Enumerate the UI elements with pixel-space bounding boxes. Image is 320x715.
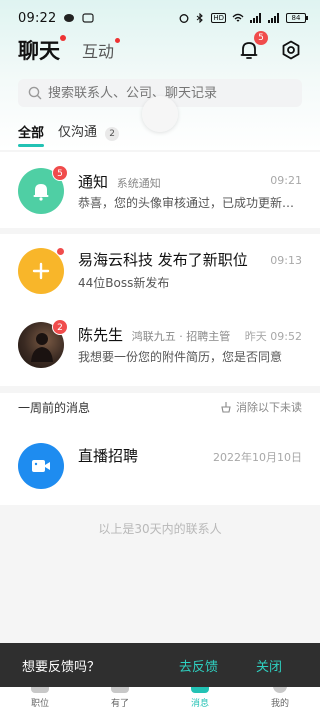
unread-badge: 2 (52, 319, 68, 335)
conversation-time: 2022年10月10日 (213, 451, 302, 464)
status-time: 09:22 (18, 10, 57, 26)
conversation-title: 通知 系统通知 (78, 171, 161, 192)
list-item[interactable]: 5 通知 系统通知 09:21 恭喜，您的头像审核通过，已成功更新… (0, 152, 320, 228)
feedback-go-button[interactable]: 去反馈 (179, 656, 218, 675)
status-bar: 09:22 HD 84 (0, 0, 320, 36)
conversation-subtitle: 系统通知 (116, 177, 161, 190)
conversation-title: 易海云科技 发布了新职位 (78, 251, 248, 269)
list-item[interactable]: 直播招聘 2022年10月10日 (0, 421, 320, 505)
tab-youle-label: 有了 (110, 699, 129, 709)
notification-bell-button[interactable]: 5 (238, 31, 268, 61)
unread-dot (115, 38, 121, 43)
avatar (18, 443, 64, 489)
tab-chat-label: 聊天 (18, 39, 60, 63)
unread-dot (57, 248, 64, 255)
section-week-ago: 一周前的消息 消除以下未读 (0, 393, 320, 421)
conversation-title-text: 通知 (78, 173, 109, 191)
avatar: 5 (18, 165, 68, 214)
bluetooth-icon (197, 13, 204, 23)
cloud-icon (82, 13, 95, 23)
wifi-icon (232, 13, 244, 22)
conversation-preview: 我想要一份您的附件简历，您是否同意 (78, 350, 283, 364)
section-title: 一周前的消息 (18, 400, 91, 415)
conversation-title: 直播招聘 (78, 447, 139, 465)
chat-bubble-icon (64, 14, 75, 22)
alarm-icon (179, 14, 189, 23)
signal-icon-2 (268, 13, 279, 23)
conversation-time: 09:13 (270, 254, 302, 267)
conversation-time: 09:21 (270, 174, 302, 187)
top-header: 聊天 互动 5 (0, 31, 320, 68)
tab-interact[interactable]: 互动 (82, 38, 121, 62)
filter-row: 全部 仅沟通 2 (18, 120, 120, 147)
conversation-title: 陈先生 鸿联九五 · 招聘主管 (78, 324, 230, 345)
conversation-title-text: 陈先生 (78, 326, 124, 344)
signal-icon (250, 13, 261, 23)
conversation-time: 昨天 09:52 (244, 330, 302, 343)
avatar: 2 (18, 319, 68, 368)
broom-icon (221, 402, 231, 413)
conversation-subtitle: 鸿联九五 · 招聘主管 (131, 330, 231, 343)
feedback-snackbar: 想要反馈吗？ 去反馈 关闭 (0, 643, 320, 687)
conversation-preview: 恭喜，您的头像审核通过，已成功更新… (78, 196, 295, 210)
feedback-close-button[interactable]: 关闭 (256, 656, 282, 675)
floating-assistive-ball[interactable] (142, 96, 178, 132)
tab-chat[interactable]: 聊天 (18, 35, 66, 65)
feedback-prompt: 想要反馈吗？ (22, 659, 101, 675)
unread-dot (60, 35, 66, 41)
filter-only-count: 2 (105, 127, 120, 141)
plus-icon (32, 262, 50, 280)
filter-all[interactable]: 全部 (18, 122, 45, 147)
footer-note: 以上是30天内的联系人 (98, 522, 222, 536)
status-right-icons: HD 84 (179, 13, 308, 23)
search-icon (28, 86, 42, 100)
battery-icon: 84 (286, 13, 308, 23)
tab-jobs-label: 职位 (30, 699, 49, 709)
filter-only-label: 仅沟通 (58, 125, 98, 140)
tab-messages-label: 消息 (190, 699, 209, 709)
video-camera-icon (32, 460, 50, 472)
status-notification-icons (64, 13, 95, 23)
list-item[interactable]: 2 陈先生 鸿联九五 · 招聘主管 昨天 09:52 我想要一份您的附件简历，您… (0, 310, 320, 386)
unread-badge: 5 (52, 165, 68, 181)
tab-interact-label: 互动 (82, 42, 115, 61)
conversation-preview: 44位Boss新发布 (78, 276, 170, 290)
avatar (18, 248, 64, 294)
list-item[interactable]: 易海云科技 发布了新职位 09:13 44位Boss新发布 (0, 234, 320, 310)
tab-me-label: 我的 (270, 699, 289, 709)
filter-only-chatted[interactable]: 仅沟通 2 (58, 121, 120, 141)
clear-unread-label: 消除以下未读 (236, 401, 302, 414)
bell-badge: 5 (254, 31, 268, 45)
clear-unread-button[interactable]: 消除以下未读 (220, 399, 302, 415)
header-actions: 5 (238, 31, 302, 61)
hd-label: HD (211, 13, 226, 23)
settings-icon[interactable] (280, 39, 302, 61)
bell-icon (33, 184, 49, 201)
